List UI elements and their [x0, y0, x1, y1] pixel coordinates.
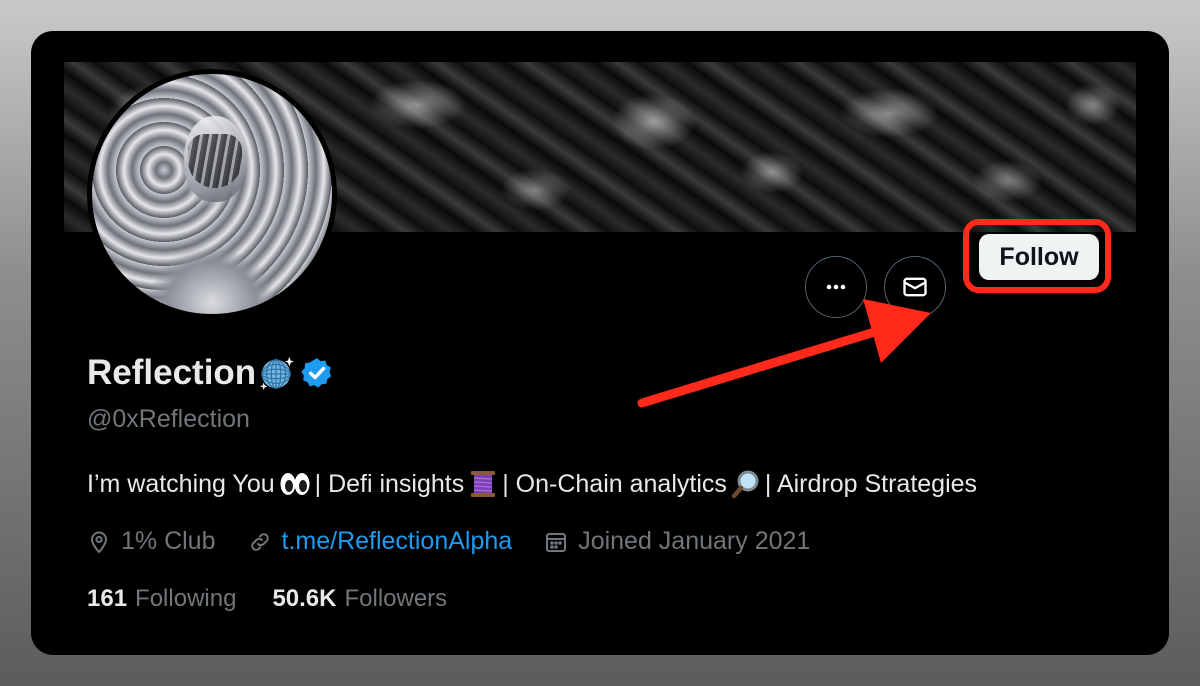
disco-ball-icon [260, 356, 295, 391]
following-stat[interactable]: 161 Following [87, 585, 236, 613]
message-icon [903, 277, 927, 297]
display-name-text: Reflection [87, 353, 257, 392]
profile-meta: 1% Club t.me/ReflectionAlpha Joined Janu… [87, 527, 842, 556]
bio-text-1: I’m watching You [87, 469, 275, 498]
followers-count: 50.6K [272, 585, 337, 612]
eyes-emoji-icon [280, 473, 310, 495]
more-icon [826, 284, 846, 290]
thread-spool-emoji-icon [471, 471, 496, 497]
following-label: Following [135, 585, 237, 612]
bio-text-4: | Airdrop Strategies [764, 469, 978, 498]
link-icon [250, 532, 269, 551]
profile-avatar[interactable] [87, 69, 337, 319]
calendar-icon [546, 532, 567, 552]
following-count: 161 [87, 585, 128, 612]
display-name: Reflection [87, 353, 334, 393]
profile-website[interactable]: t.me/ReflectionAlpha [248, 527, 513, 556]
verified-badge-icon[interactable] [300, 356, 334, 390]
website-link[interactable]: t.me/ReflectionAlpha [282, 527, 513, 556]
profile-stats: 161 Following 50.6K Followers [87, 585, 483, 613]
follow-button[interactable]: Follow [979, 234, 1099, 280]
more-options-button[interactable] [805, 256, 867, 318]
profile-joined: Joined January 2021 [544, 527, 810, 556]
location-icon [90, 531, 108, 553]
profile-card: Follow Reflection @0xReflection I’m watc… [31, 31, 1169, 655]
magnifying-glass-emoji-icon [731, 470, 759, 499]
followers-label: Followers [344, 585, 448, 612]
profile-bio: I’m watching You | Defi insights | On-Ch… [87, 469, 977, 499]
profile-location: 1% Club [87, 527, 216, 556]
profile-handle: @0xReflection [87, 405, 250, 433]
message-button[interactable] [884, 256, 946, 318]
bio-text-3: | On-Chain analytics [502, 469, 727, 498]
joined-text: Joined January 2021 [578, 527, 811, 555]
location-text: 1% Club [121, 527, 216, 555]
bio-text-2: | Defi insights [314, 469, 465, 498]
followers-stat[interactable]: 50.6K Followers [272, 585, 447, 613]
